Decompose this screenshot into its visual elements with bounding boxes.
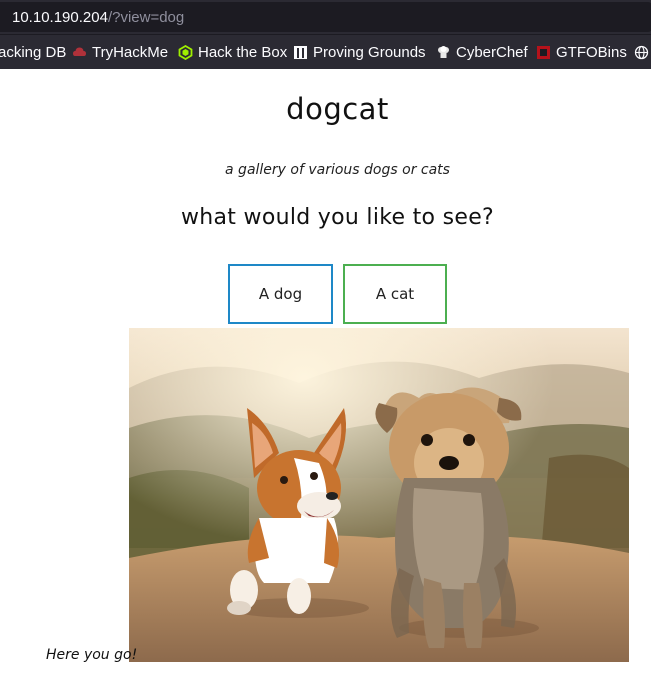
bookmark-hacking-db[interactable]: acking DB <box>0 35 66 69</box>
page-subtitle: a gallery of various dogs or cats <box>225 162 450 178</box>
dog-button[interactable]: A dog <box>228 264 333 324</box>
bookmark-hackthebox[interactable]: Hack the Box <box>178 35 287 69</box>
bookmark-gtfobins[interactable]: GTFOBins <box>536 35 627 69</box>
bookmark-proving-grounds[interactable]: Proving Grounds <box>293 35 426 69</box>
bookmark-tryhackme[interactable]: TryHackMe <box>72 35 168 69</box>
url-host: 10.10.190.204 <box>12 9 108 26</box>
cat-button[interactable]: A cat <box>343 264 447 324</box>
bookmark-cyberchef[interactable]: CyberChef <box>436 35 528 69</box>
page-question: what would you like to see? <box>180 205 495 230</box>
url-text[interactable]: 10.10.190.204/?view=dog <box>12 9 184 26</box>
proving-grounds-icon <box>293 45 308 60</box>
tryhackme-icon <box>72 45 87 60</box>
bookmark-label: GTFOBins <box>556 43 627 61</box>
gtfobins-icon <box>536 45 551 60</box>
cyberchef-icon <box>436 45 451 60</box>
bookmark-label: Hack the Box <box>198 43 288 61</box>
dog-photo <box>129 328 629 662</box>
hackthebox-icon <box>178 44 193 60</box>
caption-text: Here you go! <box>46 647 138 663</box>
browser-toolbar: 10.10.190.204/?view=dog <box>0 0 651 35</box>
bookmark-label: Proving Grounds <box>313 43 426 61</box>
bookmark-label: CyberChef <box>456 43 528 61</box>
globe-icon <box>634 45 649 60</box>
address-bar[interactable]: 10.10.190.204/?view=dog <box>0 2 651 32</box>
bookmark-label: TryHackMe <box>92 43 169 61</box>
url-path: /?view=dog <box>107 9 185 26</box>
page-title: dogcat <box>286 92 389 126</box>
bookmarks-bar: acking DB TryHackMe Hack the Box Proving… <box>0 35 651 69</box>
bookmark-other[interactable] <box>634 35 651 69</box>
bookmark-label: acking DB <box>0 43 67 61</box>
